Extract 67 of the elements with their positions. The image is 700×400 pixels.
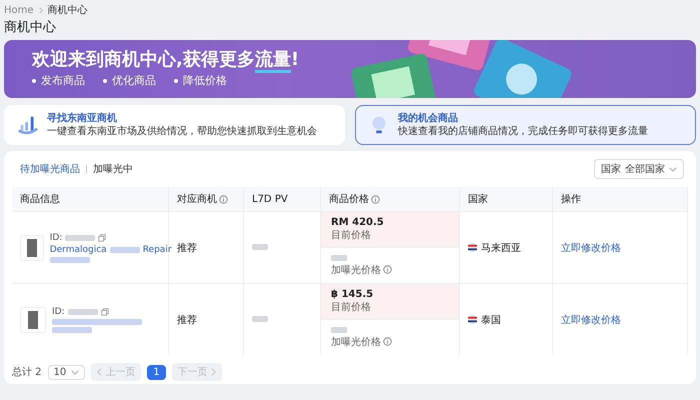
tab-divider	[86, 165, 87, 173]
card-title: 我的机会商品	[398, 112, 459, 124]
column-header: 国家	[468, 192, 488, 206]
growth-chart-icon	[17, 114, 39, 136]
breadcrumb-item: 商机中心	[48, 4, 88, 17]
card-title: 寻找东南亚商机	[47, 112, 118, 124]
redacted-text	[68, 308, 98, 314]
chevron-down-icon	[71, 370, 80, 374]
copy-icon	[100, 308, 109, 316]
edit-price-link[interactable]: 立即修改价格	[561, 242, 621, 254]
breadcrumb-item[interactable]: Home	[4, 4, 34, 16]
redacted-text	[110, 246, 140, 252]
product-name-link[interactable]: Dermalogica	[50, 244, 107, 254]
redacted-text	[65, 234, 96, 240]
country-select[interactable]: 国家 全部国家	[594, 159, 684, 179]
redacted-text	[331, 254, 347, 260]
card-description: 快速查看我的店铺商品情况，完成任务即可获得更多流量	[398, 126, 648, 138]
info-icon	[219, 194, 228, 204]
flag-icon	[468, 243, 477, 252]
column-header: 商品价格	[329, 192, 380, 206]
redacted-text	[50, 256, 90, 262]
banner-bullet: 降低价格	[174, 73, 227, 88]
product-id-label: ID:	[50, 232, 62, 242]
page-size-select[interactable]: 10	[48, 364, 86, 380]
product-thumbnail	[20, 306, 46, 332]
chevron-right-icon	[210, 368, 216, 376]
opportunity-text: 推荐	[177, 242, 197, 254]
flag-icon	[468, 315, 477, 324]
info-icon	[371, 194, 380, 204]
total-count: 总计 2	[12, 366, 42, 379]
redacted-text	[252, 316, 268, 322]
tab[interactable]: 待加曝光商品	[20, 162, 80, 176]
country-text: 泰国	[481, 314, 501, 326]
banner-bullet: 优化商品	[103, 73, 156, 88]
banner-bullet: 发布商品	[32, 73, 85, 88]
column-header: L7D PV	[252, 194, 288, 204]
copy-icon	[98, 234, 106, 242]
country-text: 马来西亚	[481, 242, 521, 254]
redacted-text	[52, 326, 92, 332]
info-icon	[383, 337, 392, 346]
page-title: 商机中心	[4, 20, 57, 36]
column-header: 商品信息	[20, 192, 60, 206]
feature-card[interactable]: 我的机会商品 快速查看我的店铺商品情况，完成任务即可获得更多流量	[355, 105, 696, 145]
column-header: 对应商机	[177, 192, 228, 206]
price-label: 目前价格	[331, 228, 372, 242]
banner-title: 欢迎来到商机中心,获得更多流量!	[32, 49, 300, 71]
product-name-link[interactable]: Repair	[142, 244, 172, 254]
product-thumbnail	[20, 234, 44, 260]
current-price: ฿ 145.5	[331, 289, 374, 300]
feature-card[interactable]: 寻找东南亚商机 一键查看东南亚市场及供给情况，帮助您快速抓取到生意机会	[4, 105, 345, 145]
page-number-button[interactable]: 1	[147, 364, 166, 380]
redacted-text	[331, 326, 347, 332]
product-id-label: ID:	[52, 306, 65, 316]
price-label: 加曝光价格	[331, 334, 459, 348]
info-icon	[383, 265, 392, 274]
redacted-text	[252, 244, 268, 250]
card-description: 一键查看东南亚市场及供给情况，帮助您快速抓取到生意机会	[47, 126, 317, 138]
chevron-right-icon	[38, 6, 43, 14]
price-label: 目前价格	[331, 300, 372, 314]
chevron-left-icon	[97, 368, 102, 376]
current-price: RM 420.5	[331, 217, 385, 228]
tab[interactable]: 加曝光中	[93, 162, 133, 176]
edit-price-link[interactable]: 立即修改价格	[561, 314, 621, 326]
chevron-down-icon	[669, 166, 677, 172]
price-label: 加曝光价格	[331, 262, 459, 276]
column-header: 操作	[561, 193, 581, 206]
opportunity-text: 推荐	[177, 314, 197, 326]
